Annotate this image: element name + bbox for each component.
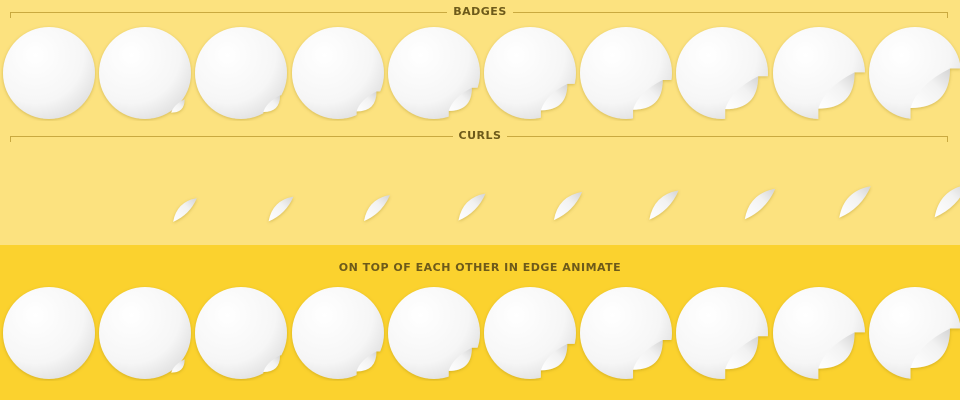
badge-sticker (195, 27, 288, 119)
curl-shape (363, 195, 390, 222)
badge-sticker (3, 27, 95, 119)
badges-heading-wrap: BADGES (0, 5, 960, 18)
sticker-face (676, 287, 769, 379)
sticker-face (772, 27, 865, 119)
badge-sticker (99, 27, 192, 119)
sticker-face (484, 287, 576, 379)
badge-sticker (484, 27, 576, 119)
curl-piece (554, 191, 583, 220)
badge-sticker (580, 27, 673, 119)
stacked-sticker (580, 287, 673, 379)
curl-piece (268, 196, 294, 222)
curl-piece (458, 193, 486, 221)
curl-piece (363, 195, 390, 222)
badge-sticker (772, 27, 865, 119)
curl-piece (173, 198, 198, 223)
sticker-face (676, 27, 769, 119)
curl-shape (458, 193, 486, 221)
curl-piece (934, 186, 960, 218)
stacked-sticker (676, 287, 769, 379)
curl-shape (173, 198, 198, 223)
badges-row (0, 25, 960, 125)
curl-shape (839, 186, 872, 219)
sticker-face (580, 27, 673, 119)
curl-shape (554, 191, 583, 220)
curls-heading-wrap: CURLS (0, 129, 960, 142)
stacked-sticker (484, 287, 576, 379)
sticker-face (3, 27, 95, 119)
badge-sticker (387, 27, 480, 119)
badge-sticker (868, 27, 960, 119)
badge-sticker (676, 27, 769, 119)
curl-shape (934, 186, 960, 218)
stacked-sticker (387, 287, 480, 379)
stacked-sticker (195, 287, 288, 379)
sticker-face (387, 287, 480, 379)
stacked-heading: ON TOP OF EACH OTHER IN EDGE ANIMATE (332, 261, 628, 274)
curl-piece (649, 190, 679, 220)
badge-sticker (291, 27, 384, 119)
curl-piece (744, 188, 775, 219)
curl-shape (744, 188, 775, 219)
stacked-heading-wrap: ON TOP OF EACH OTHER IN EDGE ANIMATE (0, 261, 960, 274)
stacked-sticker (99, 287, 192, 379)
sticker-face (580, 287, 673, 379)
stacked-sticker (772, 287, 865, 379)
sticker-face (387, 27, 480, 119)
sticker-face (772, 287, 865, 379)
stacked-sticker (868, 287, 960, 379)
stacked-row (0, 285, 960, 385)
badges-heading: BADGES (447, 5, 513, 18)
curls-row (0, 170, 960, 223)
stacked-sticker (3, 287, 95, 379)
sticker-face (3, 287, 95, 379)
curl-shape (649, 190, 679, 220)
sticker-face (484, 27, 576, 119)
curl-piece (839, 186, 872, 219)
curl-shape (268, 196, 294, 222)
curls-heading: CURLS (452, 129, 508, 142)
stacked-sticker (291, 287, 384, 379)
